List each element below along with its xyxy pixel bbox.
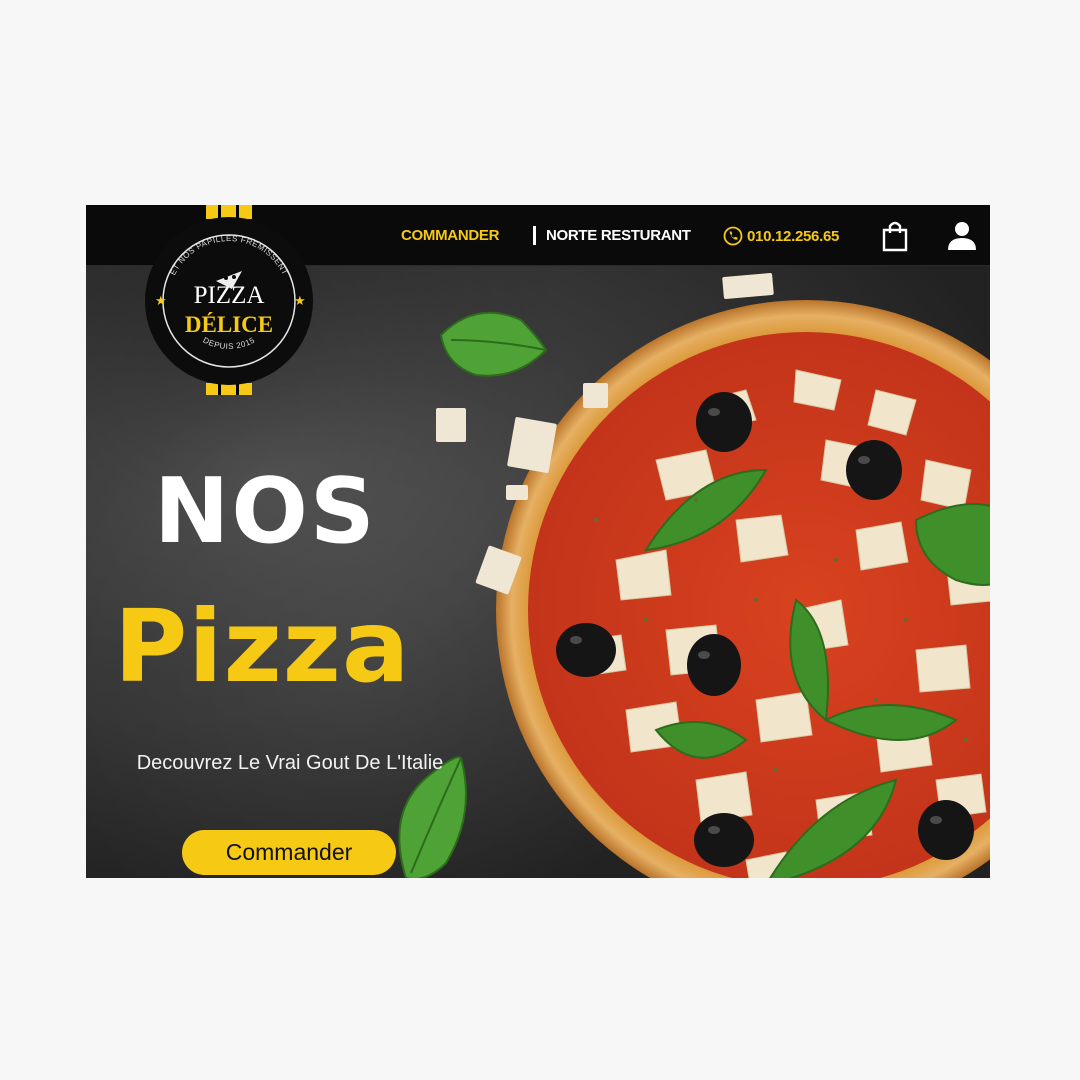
cheese-crumb: [436, 408, 466, 442]
logo-title-delice: DÉLICE: [185, 312, 273, 337]
shopping-bag-icon[interactable]: [881, 220, 909, 252]
cheese-crumb: [583, 383, 608, 408]
star-icon: ★: [155, 293, 167, 308]
cheese-crumb: [722, 272, 774, 300]
star-icon: ★: [294, 293, 306, 308]
basil-leaf: [439, 311, 548, 377]
nav-divider: [533, 226, 536, 245]
logo-title-pizza: PIZZA: [194, 282, 265, 309]
commander-button[interactable]: Commander: [182, 830, 396, 875]
phone-icon: [723, 226, 743, 246]
nav-restaurant-link[interactable]: NORTE RESTURANT: [546, 227, 691, 244]
pizza-image: [496, 300, 990, 878]
hero-title-nos: NOS: [154, 459, 377, 564]
cheese-crumb: [506, 485, 528, 500]
hero-title-pizza: Pizza: [114, 588, 411, 705]
nav-phone-link[interactable]: 010.12.256.65: [723, 226, 839, 246]
cheese-crumb: [506, 416, 558, 474]
pizza-delice-logo[interactable]: ET NOS PAPILLES FREMISSENT DEPUIS 2015 P…: [144, 205, 316, 397]
phone-number: 010.12.256.65: [747, 227, 840, 245]
hero-banner: COMMANDER NORTE RESTURANT 010.12.256.65: [86, 205, 990, 878]
nav-commander-link[interactable]: COMMANDER: [401, 227, 499, 244]
user-icon[interactable]: [946, 220, 978, 252]
hero-subtitle: Decouvrez Le Vrai Gout De L'Italie: [136, 752, 444, 774]
